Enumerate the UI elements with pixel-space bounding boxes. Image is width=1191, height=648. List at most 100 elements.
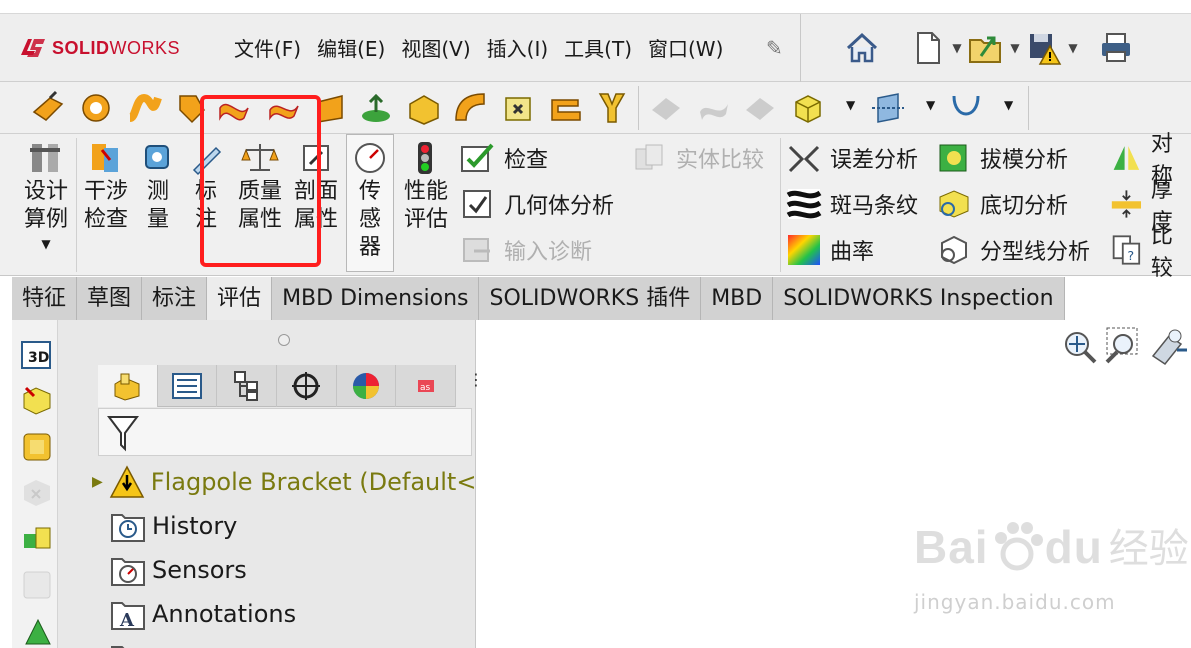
revolve-boss-icon[interactable] <box>78 90 114 126</box>
new-document-icon[interactable] <box>908 28 948 68</box>
group-separator-2 <box>780 138 781 272</box>
expand-arrow-icon[interactable]: ▶ <box>92 474 103 490</box>
surface-disabled-2-icon <box>700 104 728 120</box>
sensor-button[interactable]: 传 感 器 <box>350 140 390 262</box>
reference-dropdown-icon[interactable]: ▼ <box>926 98 935 112</box>
save-warning-icon[interactable] <box>1024 28 1064 68</box>
tab-mbd[interactable]: MBD <box>701 277 774 320</box>
menu-view[interactable]: 视图(V) <box>393 34 478 64</box>
solid-dropdown-icon[interactable]: ▼ <box>846 98 855 112</box>
tab-solidworks-addins[interactable]: SOLIDWORKS 插件 <box>479 277 702 320</box>
tab-features[interactable]: 特征 <box>12 277 78 320</box>
open-icon[interactable] <box>966 28 1006 68</box>
curves-dropdown-icon[interactable]: ▼ <box>1004 98 1013 112</box>
menu-insert[interactable]: 插入(I) <box>479 34 557 64</box>
tree-item-history[interactable]: History <box>110 506 237 546</box>
menu-separator <box>800 14 801 82</box>
design-study-dropdown-icon[interactable]: ▼ <box>20 234 72 254</box>
design-study-label-1: 设计 <box>23 179 68 204</box>
feature-manager-tab[interactable] <box>98 365 158 407</box>
cam-manager-tab[interactable]: as <box>396 365 457 407</box>
tab-solidworks-inspection[interactable]: SOLIDWORKS Inspection <box>773 277 1065 320</box>
surface-disabled-1-icon <box>652 98 680 120</box>
crosshair-icon <box>292 372 321 400</box>
tab-evaluate[interactable]: 评估 <box>207 277 273 320</box>
undercut-analysis-button[interactable]: 底切分析 <box>936 184 1068 224</box>
home-icon[interactable] <box>842 28 882 68</box>
open-dropdown-icon[interactable]: ▼ <box>1006 41 1024 55</box>
undercut-icon <box>939 190 969 218</box>
extrude-boss-icon[interactable] <box>30 90 66 126</box>
zoom-to-area-icon[interactable] <box>1103 326 1143 366</box>
tree-item-annotations[interactable]: A Annotations <box>110 594 296 634</box>
menu-tools[interactable]: 工具(T) <box>556 34 640 64</box>
menu-window[interactable]: 窗口(W) <box>640 34 731 64</box>
command-manager-evaluate: 设计 算例 ▼ 干涉 检查 测 量 标 注 质量 属性 剖面 属性 传 感 器 … <box>0 132 1191 281</box>
filter-bar[interactable] <box>98 408 472 456</box>
sheet-metal-icon[interactable] <box>20 430 54 464</box>
dimxpert-manager-tab[interactable] <box>277 365 337 407</box>
tab-markup[interactable]: 标注 <box>142 277 208 320</box>
shell-icon[interactable] <box>452 90 488 126</box>
graphics-area[interactable]: Bai du 经验 jingyan.baidu.com <box>477 320 1191 648</box>
zoom-to-fit-icon[interactable] <box>1059 326 1099 366</box>
menu-file[interactable]: 文件(F) <box>226 34 309 64</box>
weldment-icon[interactable] <box>20 382 54 416</box>
watermark-cn: 经验 <box>1108 526 1189 572</box>
geometry-analysis-button[interactable]: 几何体分析 <box>460 184 614 224</box>
measure-button[interactable]: 测 量 <box>140 140 176 234</box>
deviation-analysis-button[interactable]: 误差分析 <box>786 138 918 178</box>
direct-edit-icon[interactable] <box>20 614 54 648</box>
check-label: 检查 <box>504 148 549 173</box>
curvature-button[interactable]: 曲率 <box>786 230 874 270</box>
geometry-analysis-label: 几何体分析 <box>504 194 615 219</box>
parting-line-analysis-button[interactable]: 分型线分析 <box>936 230 1090 270</box>
fillet-icon[interactable] <box>358 90 394 126</box>
panel-splitter-handle[interactable] <box>278 334 290 346</box>
check-button[interactable]: 检查 <box>460 138 548 178</box>
zebra-stripes-button[interactable]: 斑马条纹 <box>786 184 918 224</box>
new-dropdown-icon[interactable]: ▼ <box>948 41 966 55</box>
solidworks-logo[interactable]: SOLIDWORKS <box>18 34 180 62</box>
save-dropdown-icon[interactable]: ▼ <box>1064 41 1082 55</box>
performance-label-2: 评估 <box>403 207 448 232</box>
design-study-button[interactable]: 设计 算例 ▼ <box>20 140 72 254</box>
3d-view-icon[interactable]: 3D <box>20 338 54 372</box>
compare-bodies-button[interactable]: 实体比较 <box>632 138 764 178</box>
configuration-manager-tab[interactable] <box>217 365 278 407</box>
feature-tree-icon <box>114 373 140 401</box>
quick-access-toolbar: ▼ ▼ ▼ <box>842 26 1136 70</box>
previous-view-icon[interactable] <box>1147 326 1187 366</box>
tree-item-sensors[interactable]: Sensors <box>110 550 247 590</box>
print-icon[interactable] <box>1096 28 1136 68</box>
property-manager-tab[interactable] <box>158 365 218 407</box>
assembly-icon[interactable] <box>20 522 54 556</box>
compare-docs-icon: ? <box>1112 235 1141 265</box>
pin-icon[interactable]: ✎ <box>766 36 783 60</box>
rib-icon[interactable] <box>548 90 584 126</box>
curves-icon[interactable] <box>948 90 984 126</box>
zebra-icon <box>786 189 822 219</box>
tree-root-part[interactable]: ▶ Flagpole Bracket (Default<< <box>92 462 497 502</box>
tree-item-partial[interactable] <box>110 638 152 648</box>
tab-sketch[interactable]: 草图 <box>77 277 143 320</box>
sweep-boss-icon[interactable] <box>126 90 162 126</box>
display-manager-tab[interactable] <box>337 365 397 407</box>
draft-icon[interactable] <box>500 90 536 126</box>
performance-evaluation-button[interactable]: 性能 评估 <box>400 140 452 234</box>
deviation-icon <box>788 145 820 173</box>
watermark-text-2: du <box>1044 521 1103 573</box>
solid-body-icon[interactable] <box>790 90 826 126</box>
reference-plane-icon[interactable] <box>870 90 906 126</box>
import-diagnostics-button[interactable]: 输入诊断 <box>460 230 592 270</box>
symmetry-icon <box>1113 146 1140 170</box>
interference-check-button[interactable]: 干涉 检查 <box>80 140 132 234</box>
chamfer-icon[interactable] <box>406 90 442 126</box>
tab-mbd-dimensions[interactable]: MBD Dimensions <box>272 277 480 320</box>
mirror-icon[interactable] <box>594 90 630 126</box>
sensor-label-2: 感 <box>358 207 381 232</box>
geometry-analysis-icon <box>463 190 491 218</box>
compare-documents-button[interactable]: ? 比较 <box>1110 224 1191 281</box>
draft-analysis-button[interactable]: 拔模分析 <box>936 138 1068 178</box>
menu-edit[interactable]: 编辑(E) <box>309 34 393 64</box>
